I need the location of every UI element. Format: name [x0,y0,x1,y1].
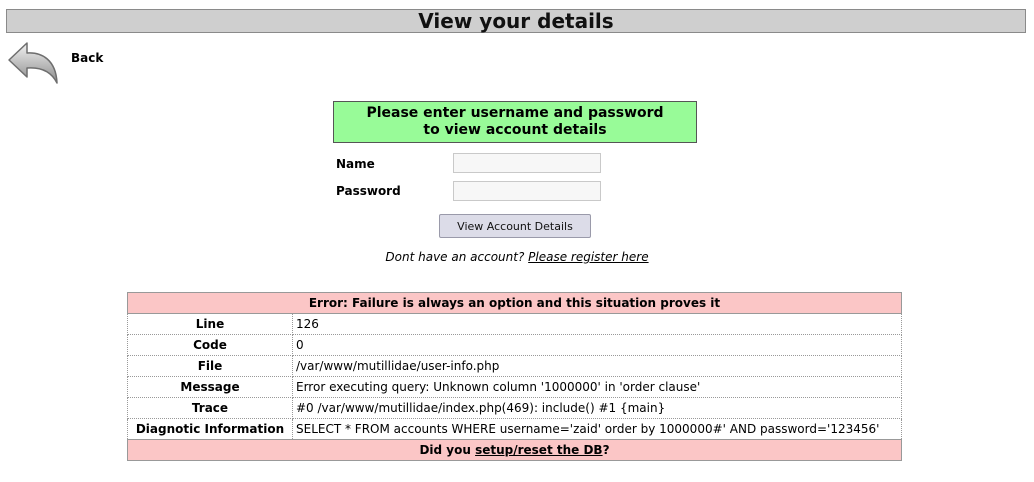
table-row: Code 0 [127,334,902,356]
error-title: Error: Failure is always an option and t… [127,292,902,314]
register-link[interactable]: Please register here [528,250,648,264]
name-input[interactable] [453,153,601,173]
login-instructions-line1: Please enter username and password [366,105,664,121]
error-row-label: Trace [127,397,293,419]
error-row-value: #0 /var/www/mutillidae/index.php(469): i… [292,397,902,419]
password-input[interactable] [453,181,601,201]
error-row-label: Code [127,334,293,356]
password-label: Password [336,184,401,198]
table-row: File /var/www/mutillidae/user-info.php [127,355,902,377]
error-row-label: Message [127,376,293,398]
error-row-value: 0 [292,334,902,356]
login-instructions-line2: to view account details [423,122,607,138]
table-row: Diagnotic Information SELECT * FROM acco… [127,418,902,440]
register-prompt-text: Dont have an account? [385,250,525,264]
login-instructions: Please enter username and password to vi… [333,101,697,143]
page-title: View your details [6,9,1026,33]
error-table: Error: Failure is always an option and t… [127,292,902,461]
back-label: Back [71,51,104,65]
reset-db-link[interactable]: setup/reset the DB [475,443,603,457]
table-row: Trace #0 /var/www/mutillidae/index.php(4… [127,397,902,419]
error-row-value: /var/www/mutillidae/user-info.php [292,355,902,377]
view-account-details-button[interactable]: View Account Details [439,214,591,238]
error-row-value: Error executing query: Unknown column '1… [292,376,902,398]
back-link[interactable]: Back [6,40,103,86]
reset-db-prefix: Did you [419,443,471,457]
error-row-label: Diagnotic Information [127,418,293,440]
error-row-label: Line [127,313,293,335]
error-row-value: SELECT * FROM accounts WHERE username='z… [292,418,902,440]
error-row-label: File [127,355,293,377]
name-label: Name [336,157,375,171]
table-row: Message Error executing query: Unknown c… [127,376,902,398]
error-row-value: 126 [292,313,902,335]
table-row: Line 126 [127,313,902,335]
reset-db-prompt: Did you setup/reset the DB? [127,439,902,461]
reset-db-suffix: ? [602,443,610,457]
register-prompt: Dont have an account? Please register he… [0,250,1034,264]
back-arrow-icon [8,42,58,84]
